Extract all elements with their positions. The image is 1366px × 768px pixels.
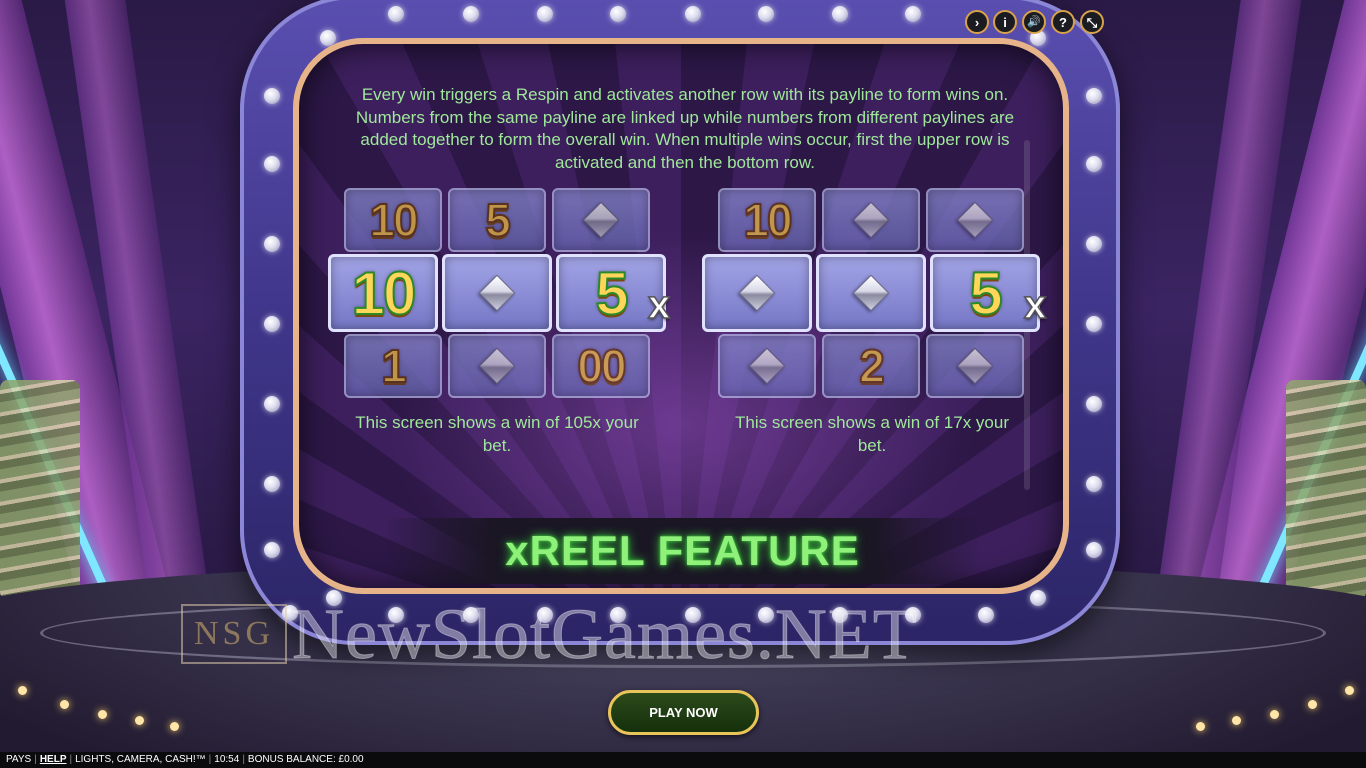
- diamond-icon: [738, 274, 776, 312]
- example1-top-tile: 5: [448, 188, 546, 252]
- frame-bulb: [264, 542, 280, 558]
- frame-bulb: [1030, 590, 1046, 606]
- example2-middle-tile: [816, 254, 926, 332]
- frame-bulb: [1086, 316, 1102, 332]
- floor-light: [1345, 686, 1354, 695]
- floor-light: [135, 716, 144, 725]
- sound-icon[interactable]: 🔊: [1022, 10, 1046, 34]
- frame-bulb: [264, 316, 280, 332]
- frame-bulb: [1086, 156, 1102, 172]
- example1-middle-tile: [442, 254, 552, 332]
- diamond-icon: [956, 201, 994, 239]
- number-symbol: 10: [742, 193, 793, 247]
- frame-bulb: [1086, 236, 1102, 252]
- feature-banner: xREEL FEATURE: [385, 518, 980, 584]
- example1-bottom-tile: 00: [552, 334, 650, 398]
- frame-bulb: [685, 6, 701, 22]
- watermark-logo: NSG: [181, 604, 287, 664]
- frame-bulb: [388, 6, 404, 22]
- example2-bottom-tile: [718, 334, 816, 398]
- floor-light: [18, 686, 27, 695]
- feature-title: xREEL FEATURE: [505, 527, 860, 574]
- clock-time: 10:54: [214, 754, 240, 765]
- floor-light: [60, 700, 69, 709]
- floor-light: [98, 710, 107, 719]
- frame-bulb: [978, 607, 994, 623]
- watermark-text: NewSlotGames.NET: [292, 594, 918, 674]
- number-symbol: 10: [351, 259, 418, 328]
- floor-light: [1232, 716, 1241, 725]
- frame-bulb: [1086, 542, 1102, 558]
- example1-bottom-tile: [448, 334, 546, 398]
- frame-bulb: [264, 236, 280, 252]
- floor-light: [170, 722, 179, 731]
- number-symbol: 10: [368, 193, 419, 247]
- example1-middle-tile: 10: [328, 254, 438, 332]
- diamond-icon: [582, 201, 620, 239]
- example2-top-tile: [822, 188, 920, 252]
- frame-bulb: [264, 396, 280, 412]
- help-link[interactable]: HELP: [40, 752, 67, 768]
- number-symbol: 00: [576, 339, 627, 393]
- bonus-balance: BONUS BALANCE: £0.00: [247, 754, 364, 765]
- frame-bulb: [264, 156, 280, 172]
- multiplier-x-2: x: [1023, 282, 1047, 328]
- frame-bulb: [832, 6, 848, 22]
- diamond-icon: [478, 347, 516, 385]
- diamond-icon: [852, 201, 890, 239]
- diamond-icon: [748, 347, 786, 385]
- example2-top-tile: [926, 188, 1024, 252]
- frame-bulb: [905, 6, 921, 22]
- number-symbol: 1: [380, 339, 408, 393]
- info-icon[interactable]: i: [993, 10, 1017, 34]
- frame-bulb: [463, 6, 479, 22]
- frame-bulb: [610, 6, 626, 22]
- frame-bulb: [264, 476, 280, 492]
- bottom-status-bar: PAYS | HELP | LIGHTS, CAMERA, CASH!™ | 10:54 | B…: [0, 752, 1366, 768]
- play-now-button[interactable]: PLAY NOW: [608, 690, 759, 735]
- floor-light: [1308, 700, 1317, 709]
- diamond-icon: [956, 347, 994, 385]
- frame-bulb: [1086, 396, 1102, 412]
- frame-bulb: [264, 88, 280, 104]
- number-symbol: 5: [484, 193, 512, 247]
- diamond-icon: [852, 274, 890, 312]
- help-icon[interactable]: ?: [1051, 10, 1075, 34]
- example1-top-tile: [552, 188, 650, 252]
- pays-link[interactable]: PAYS: [6, 752, 31, 768]
- multiplier-x-1: x: [647, 282, 671, 328]
- example-caption-1: This screen shows a win of 105x your bet…: [355, 413, 639, 455]
- frame-bulb: [1086, 88, 1102, 104]
- example-caption-2: This screen shows a win of 17x your bet.: [734, 413, 1009, 455]
- floor-light: [1196, 722, 1205, 731]
- example1-bottom-tile: 1: [344, 334, 442, 398]
- number-symbol: 5: [594, 259, 629, 328]
- number-symbol: 2: [858, 339, 886, 393]
- cash-stack-right: [1286, 380, 1366, 600]
- frame-bulb: [758, 6, 774, 22]
- frame-bulb: [537, 6, 553, 22]
- number-symbol: 5: [968, 259, 1003, 328]
- cash-stack-left: [0, 380, 80, 600]
- example2-top-tile: 10: [718, 188, 816, 252]
- example2-middle-tile: [702, 254, 812, 332]
- feature-description: Every win triggers a Respin and activate…: [355, 85, 1015, 172]
- game-name: LIGHTS, CAMERA, CASH!™: [75, 754, 206, 765]
- floor-light: [1270, 710, 1279, 719]
- diamond-icon: [478, 274, 516, 312]
- next-page-icon[interactable]: ›: [965, 10, 989, 34]
- fullscreen-icon[interactable]: ⤡: [1080, 10, 1104, 34]
- frame-bulb: [1086, 476, 1102, 492]
- example2-bottom-tile: [926, 334, 1024, 398]
- example1-top-tile: 10: [344, 188, 442, 252]
- example2-bottom-tile: 2: [822, 334, 920, 398]
